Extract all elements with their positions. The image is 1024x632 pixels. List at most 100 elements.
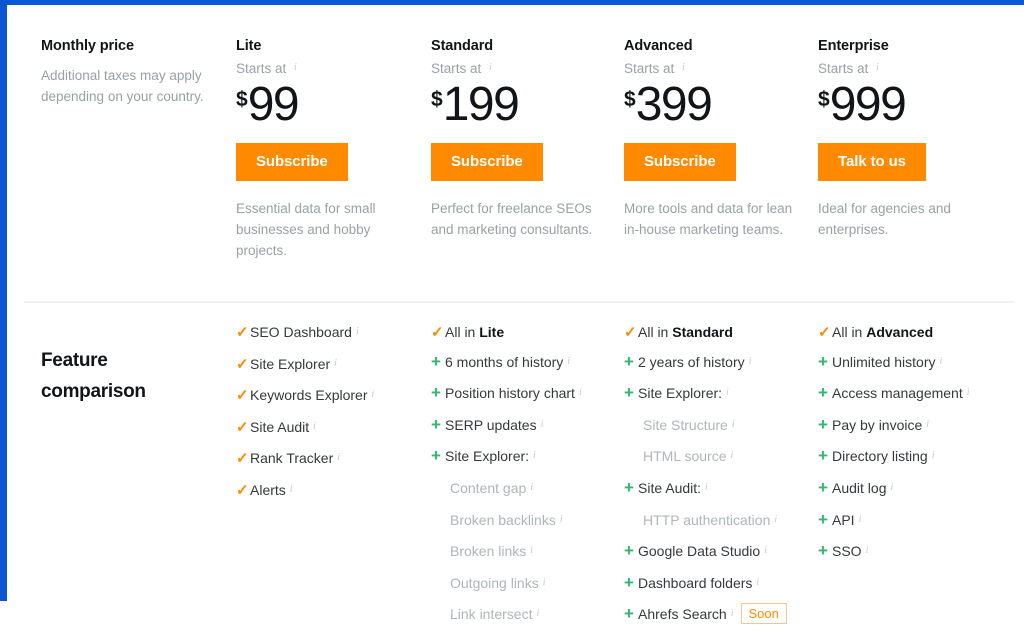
starts-at-label: Starts at i [431,61,492,76]
info-icon[interactable]: i [732,411,735,440]
info-icon[interactable]: i [372,381,375,410]
info-icon[interactable]: i [939,348,942,377]
info-icon[interactable]: i [682,62,685,73]
feature-label: Site Explorer: [445,448,530,465]
feature-item: +2 years of history i [624,348,818,380]
feature-label: Site Audit: [638,479,702,496]
feature-item: ✓ Keywords Explorer i [236,381,431,413]
feature-label: SSO [832,543,862,560]
plan-name: Advanced [624,38,693,54]
feature-label: API [832,511,855,528]
info-icon[interactable]: i [764,537,767,566]
cta-button-advanced[interactable]: Subscribe [624,143,736,181]
plus-icon: + [431,383,441,403]
info-icon[interactable]: i [866,537,869,566]
feature-item: + Directory listing i [818,442,1018,474]
info-icon[interactable]: i [489,62,492,73]
check-icon: ✓ [236,450,249,468]
info-icon[interactable]: i [530,474,533,503]
feature-list-standard: ✓ All in Lite +6 months of history i + Positi… [431,318,624,632]
info-icon[interactable]: i [356,318,359,347]
price-amount: 399 [635,78,713,131]
info-icon[interactable]: i [876,62,879,73]
price-amount: 999 [829,78,907,131]
plus-icon: + [818,477,828,497]
feature-label: Site Explorer [250,355,331,372]
check-icon: ✓ [818,324,831,341]
feature-item: + Google Data Studio i [624,537,818,569]
info-icon[interactable]: i [749,348,752,377]
info-icon[interactable]: i [530,537,533,566]
feature-label: Broken backlinks [450,511,556,528]
plus-icon: + [818,509,828,529]
plan-description: Essential data for small businesses and … [236,201,376,258]
feature-label: HTTP authentication [643,511,771,528]
info-icon[interactable]: i [726,379,729,408]
info-icon[interactable]: i [932,442,935,471]
info-icon[interactable]: i [926,411,929,440]
plus-icon: + [624,477,634,497]
plus-icon: + [624,572,634,592]
feature-item: + SSO i [818,537,1018,569]
feature-item: ✓ All in Standard [624,318,818,348]
feature-label: Directory listing [832,448,928,465]
cta-button-lite[interactable]: Subscribe [236,143,348,181]
feature-label: All in Standard [638,324,733,340]
feature-label: SEO Dashboard [250,324,352,340]
feature-label: Audit log [832,479,887,496]
feature-subitem: Link intersect i [431,600,624,632]
plus-icon: + [818,383,828,403]
info-icon[interactable]: i [290,476,293,505]
info-icon[interactable]: i [731,442,734,471]
feature-label: All in Advanced [832,324,934,340]
currency-symbol: $ [818,88,830,111]
info-icon[interactable]: i [560,506,563,535]
check-icon: ✓ [431,324,444,341]
info-icon[interactable]: i [313,413,316,442]
info-icon[interactable]: i [337,444,340,473]
info-icon[interactable]: i [533,442,536,471]
feature-label: Link intersect [450,606,533,623]
info-icon[interactable]: i [541,411,544,440]
currency-symbol: $ [624,88,636,111]
feature-item: ✓ All in Advanced [818,318,1018,348]
feature-label: Rank Tracker [250,450,334,467]
feature-label: Site Explorer: [638,385,723,402]
info-icon[interactable]: i [774,506,777,535]
plus-icon: + [818,351,828,371]
feature-label: Site Audit [250,418,310,435]
info-icon[interactable]: i [567,348,570,377]
feature-list-enterprise: ✓ All in Advanced + Unlimited history i + Acce… [818,318,1018,632]
cta-button-standard[interactable]: Subscribe [431,143,543,181]
soon-badge: Soon [740,603,787,625]
info-icon[interactable]: i [334,350,337,379]
info-icon[interactable]: i [890,474,893,503]
feature-label: Content gap [450,479,527,496]
info-icon[interactable]: i [967,379,970,408]
info-icon[interactable]: i [536,600,539,629]
feature-label: 2 years of history [638,353,745,370]
feature-label-emphasis: Advanced [866,324,934,340]
info-icon[interactable]: i [579,379,582,408]
feature-label-emphasis: Standard [672,324,733,340]
feature-label: Keywords Explorer [250,387,368,404]
feature-label: Access management [832,385,963,402]
info-icon[interactable]: i [543,569,546,598]
plus-icon: + [431,446,441,466]
plus-icon: + [624,604,634,624]
monthly-price-heading: Monthly price [41,38,134,54]
plan-description: Perfect for freelance SEOs and marketing… [431,201,593,237]
feature-label: Dashboard folders [638,574,753,591]
info-icon[interactable]: i [705,474,708,503]
feature-item: ✓ Rank Tracker i [236,444,431,476]
info-icon[interactable]: i [859,506,862,535]
cta-button-enterprise[interactable]: Talk to us [818,143,926,181]
info-icon[interactable]: i [731,600,734,629]
feature-label: 6 months of history [445,353,564,370]
feature-item: + Pay by invoice i [818,411,1018,443]
info-icon[interactable]: i [756,569,759,598]
plan-price: $399 [624,80,818,130]
info-icon[interactable]: i [294,62,297,73]
feature-label: Broken links [450,543,527,560]
feature-subitem: Broken links i [431,537,624,569]
